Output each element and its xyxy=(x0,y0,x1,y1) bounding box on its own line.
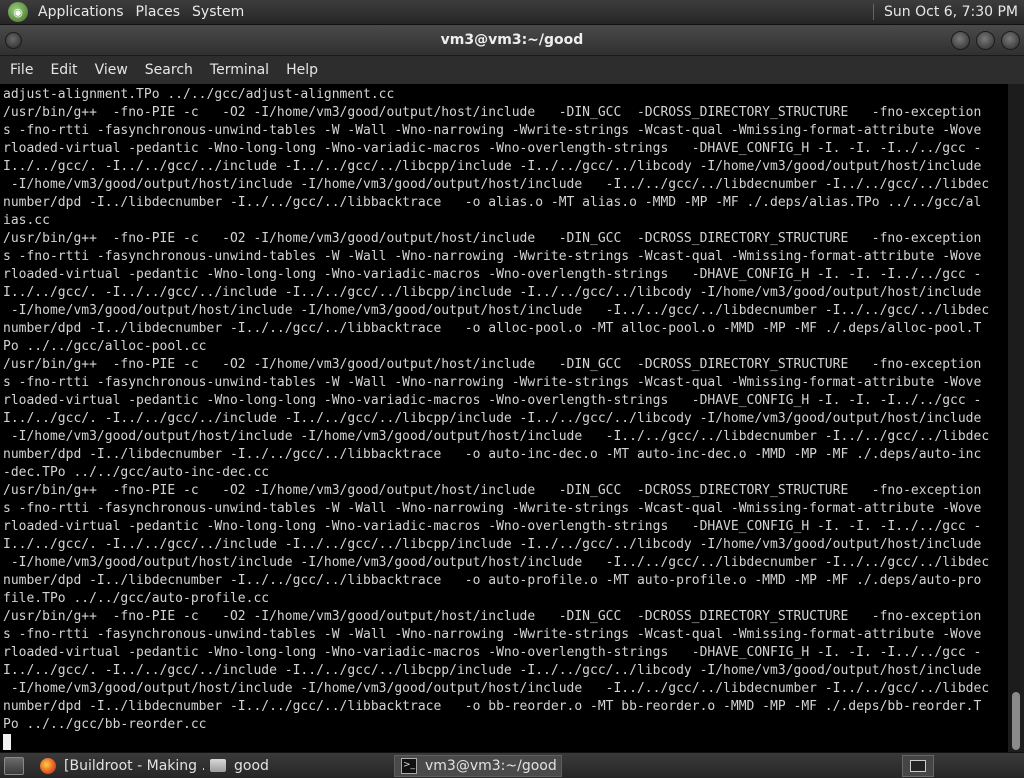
taskbar-item-label: [Buildroot - Making ... xyxy=(64,757,204,774)
terminal-scrollbar[interactable] xyxy=(1008,84,1024,752)
text-cursor xyxy=(3,734,11,750)
terminal-line: /usr/bin/g++ -fno-PIE -c -O2 -I/home/vm3… xyxy=(3,105,982,120)
show-desktop-icon[interactable] xyxy=(4,756,24,775)
firefox-icon xyxy=(40,757,56,774)
minimize-button[interactable] xyxy=(951,31,970,50)
workspace-switcher[interactable] xyxy=(902,754,934,777)
terminal-line: -dec.TPo ../../gcc/auto-inc-dec.cc xyxy=(3,465,270,480)
terminal-line: file.TPo ../../gcc/auto-profile.cc xyxy=(3,591,270,606)
window-titlebar[interactable]: vm3@vm3:~/good xyxy=(0,25,1024,56)
terminal-line: s -fno-rtti -fasynchronous-unwind-tables… xyxy=(3,375,982,390)
menu-file[interactable]: File xyxy=(3,62,40,78)
maximize-button[interactable] xyxy=(976,31,995,50)
terminal-line: -I/home/vm3/good/output/host/include -I/… xyxy=(3,555,990,570)
menu-terminal[interactable]: Terminal xyxy=(203,62,276,78)
terminal-line: rloaded-virtual -pedantic -Wno-long-long… xyxy=(3,645,982,660)
terminal-icon: >_ xyxy=(401,757,417,774)
terminal-line: I../../gcc/. -I../../gcc/../include -I..… xyxy=(3,285,982,300)
menu-help[interactable]: Help xyxy=(279,62,325,78)
terminal-line: s -fno-rtti -fasynchronous-unwind-tables… xyxy=(3,249,982,264)
distro-logo-icon[interactable]: ◉ xyxy=(8,2,28,22)
terminal-line: number/dpd -I../libdecnumber -I../../gcc… xyxy=(3,447,982,462)
terminal-menubar: File Edit View Search Terminal Help xyxy=(0,56,1024,84)
terminal-line: -I/home/vm3/good/output/host/include -I/… xyxy=(3,681,990,696)
menu-edit[interactable]: Edit xyxy=(43,62,84,78)
terminal-line: adjust-alignment.TPo ../../gcc/adjust-al… xyxy=(3,87,395,102)
terminal-line: number/dpd -I../libdecnumber -I../../gcc… xyxy=(3,321,982,336)
terminal-output[interactable]: adjust-alignment.TPo ../../gcc/adjust-al… xyxy=(0,84,1008,752)
terminal-line: -I/home/vm3/good/output/host/include -I/… xyxy=(3,303,990,318)
terminal-line: -I/home/vm3/good/output/host/include -I/… xyxy=(3,177,990,192)
terminal-line: number/dpd -I../libdecnumber -I../../gcc… xyxy=(3,573,982,588)
terminal-line: I../../gcc/. -I../../gcc/../include -I..… xyxy=(3,159,982,174)
terminal-line: /usr/bin/g++ -fno-PIE -c -O2 -I/home/vm3… xyxy=(3,609,982,624)
menu-search[interactable]: Search xyxy=(138,62,200,78)
top-panel: ◉ Applications Places System Sun Oct 6, … xyxy=(0,0,1024,25)
terminal-line: Po ../../gcc/alloc-pool.cc xyxy=(3,339,207,354)
terminal-line: number/dpd -I../libdecnumber -I../../gcc… xyxy=(3,195,982,210)
bottom-taskbar: [Buildroot - Making ... good >_ vm3@vm3:… xyxy=(0,752,1024,778)
terminal-line: Po ../../gcc/bb-reorder.cc xyxy=(3,717,207,732)
close-button[interactable] xyxy=(1001,31,1020,50)
terminal-line: rloaded-virtual -pedantic -Wno-long-long… xyxy=(3,141,982,156)
taskbar-item-browser[interactable]: [Buildroot - Making ... xyxy=(34,755,204,777)
terminal-line: s -fno-rtti -fasynchronous-unwind-tables… xyxy=(3,123,982,138)
terminal-line: I../../gcc/. -I../../gcc/../include -I..… xyxy=(3,663,982,678)
terminal-line: number/dpd -I../libdecnumber -I../../gcc… xyxy=(3,699,982,714)
scrollbar-thumb[interactable] xyxy=(1012,692,1020,750)
taskbar-item-terminal[interactable]: >_ vm3@vm3:~/good xyxy=(394,754,562,777)
window-menu-button[interactable] xyxy=(5,32,22,49)
terminal-line: I../../gcc/. -I../../gcc/../include -I..… xyxy=(3,411,982,426)
terminal-line: /usr/bin/g++ -fno-PIE -c -O2 -I/home/vm3… xyxy=(3,231,982,246)
terminal-line: I../../gcc/. -I../../gcc/../include -I..… xyxy=(3,537,982,552)
system-menu[interactable]: System xyxy=(188,4,252,20)
terminal-prompt-line[interactable] xyxy=(3,734,1008,752)
terminal-line: -I/home/vm3/good/output/host/include -I/… xyxy=(3,429,990,444)
workspace-icon xyxy=(910,759,926,772)
applications-menu[interactable]: Applications xyxy=(34,4,132,20)
taskbar-item-folder[interactable]: good xyxy=(204,755,364,777)
places-menu[interactable]: Places xyxy=(132,4,189,20)
terminal-line: /usr/bin/g++ -fno-PIE -c -O2 -I/home/vm3… xyxy=(3,357,982,372)
terminal-line: rloaded-virtual -pedantic -Wno-long-long… xyxy=(3,393,982,408)
terminal-line: ias.cc xyxy=(3,213,50,228)
menu-view[interactable]: View xyxy=(88,62,135,78)
terminal-line: rloaded-virtual -pedantic -Wno-long-long… xyxy=(3,519,982,534)
taskbar-item-label: vm3@vm3:~/good xyxy=(425,757,557,774)
terminal-line: s -fno-rtti -fasynchronous-unwind-tables… xyxy=(3,627,982,642)
panel-separator xyxy=(873,4,875,20)
terminal-line: rloaded-virtual -pedantic -Wno-long-long… xyxy=(3,267,982,282)
terminal-line: s -fno-rtti -fasynchronous-unwind-tables… xyxy=(3,501,982,516)
panel-clock[interactable]: Sun Oct 6, 7:30 PM xyxy=(884,4,1024,20)
terminal-line: /usr/bin/g++ -fno-PIE -c -O2 -I/home/vm3… xyxy=(3,483,982,498)
taskbar-item-label: good xyxy=(234,757,269,774)
folder-icon xyxy=(210,759,226,772)
window-title: vm3@vm3:~/good xyxy=(440,32,584,48)
